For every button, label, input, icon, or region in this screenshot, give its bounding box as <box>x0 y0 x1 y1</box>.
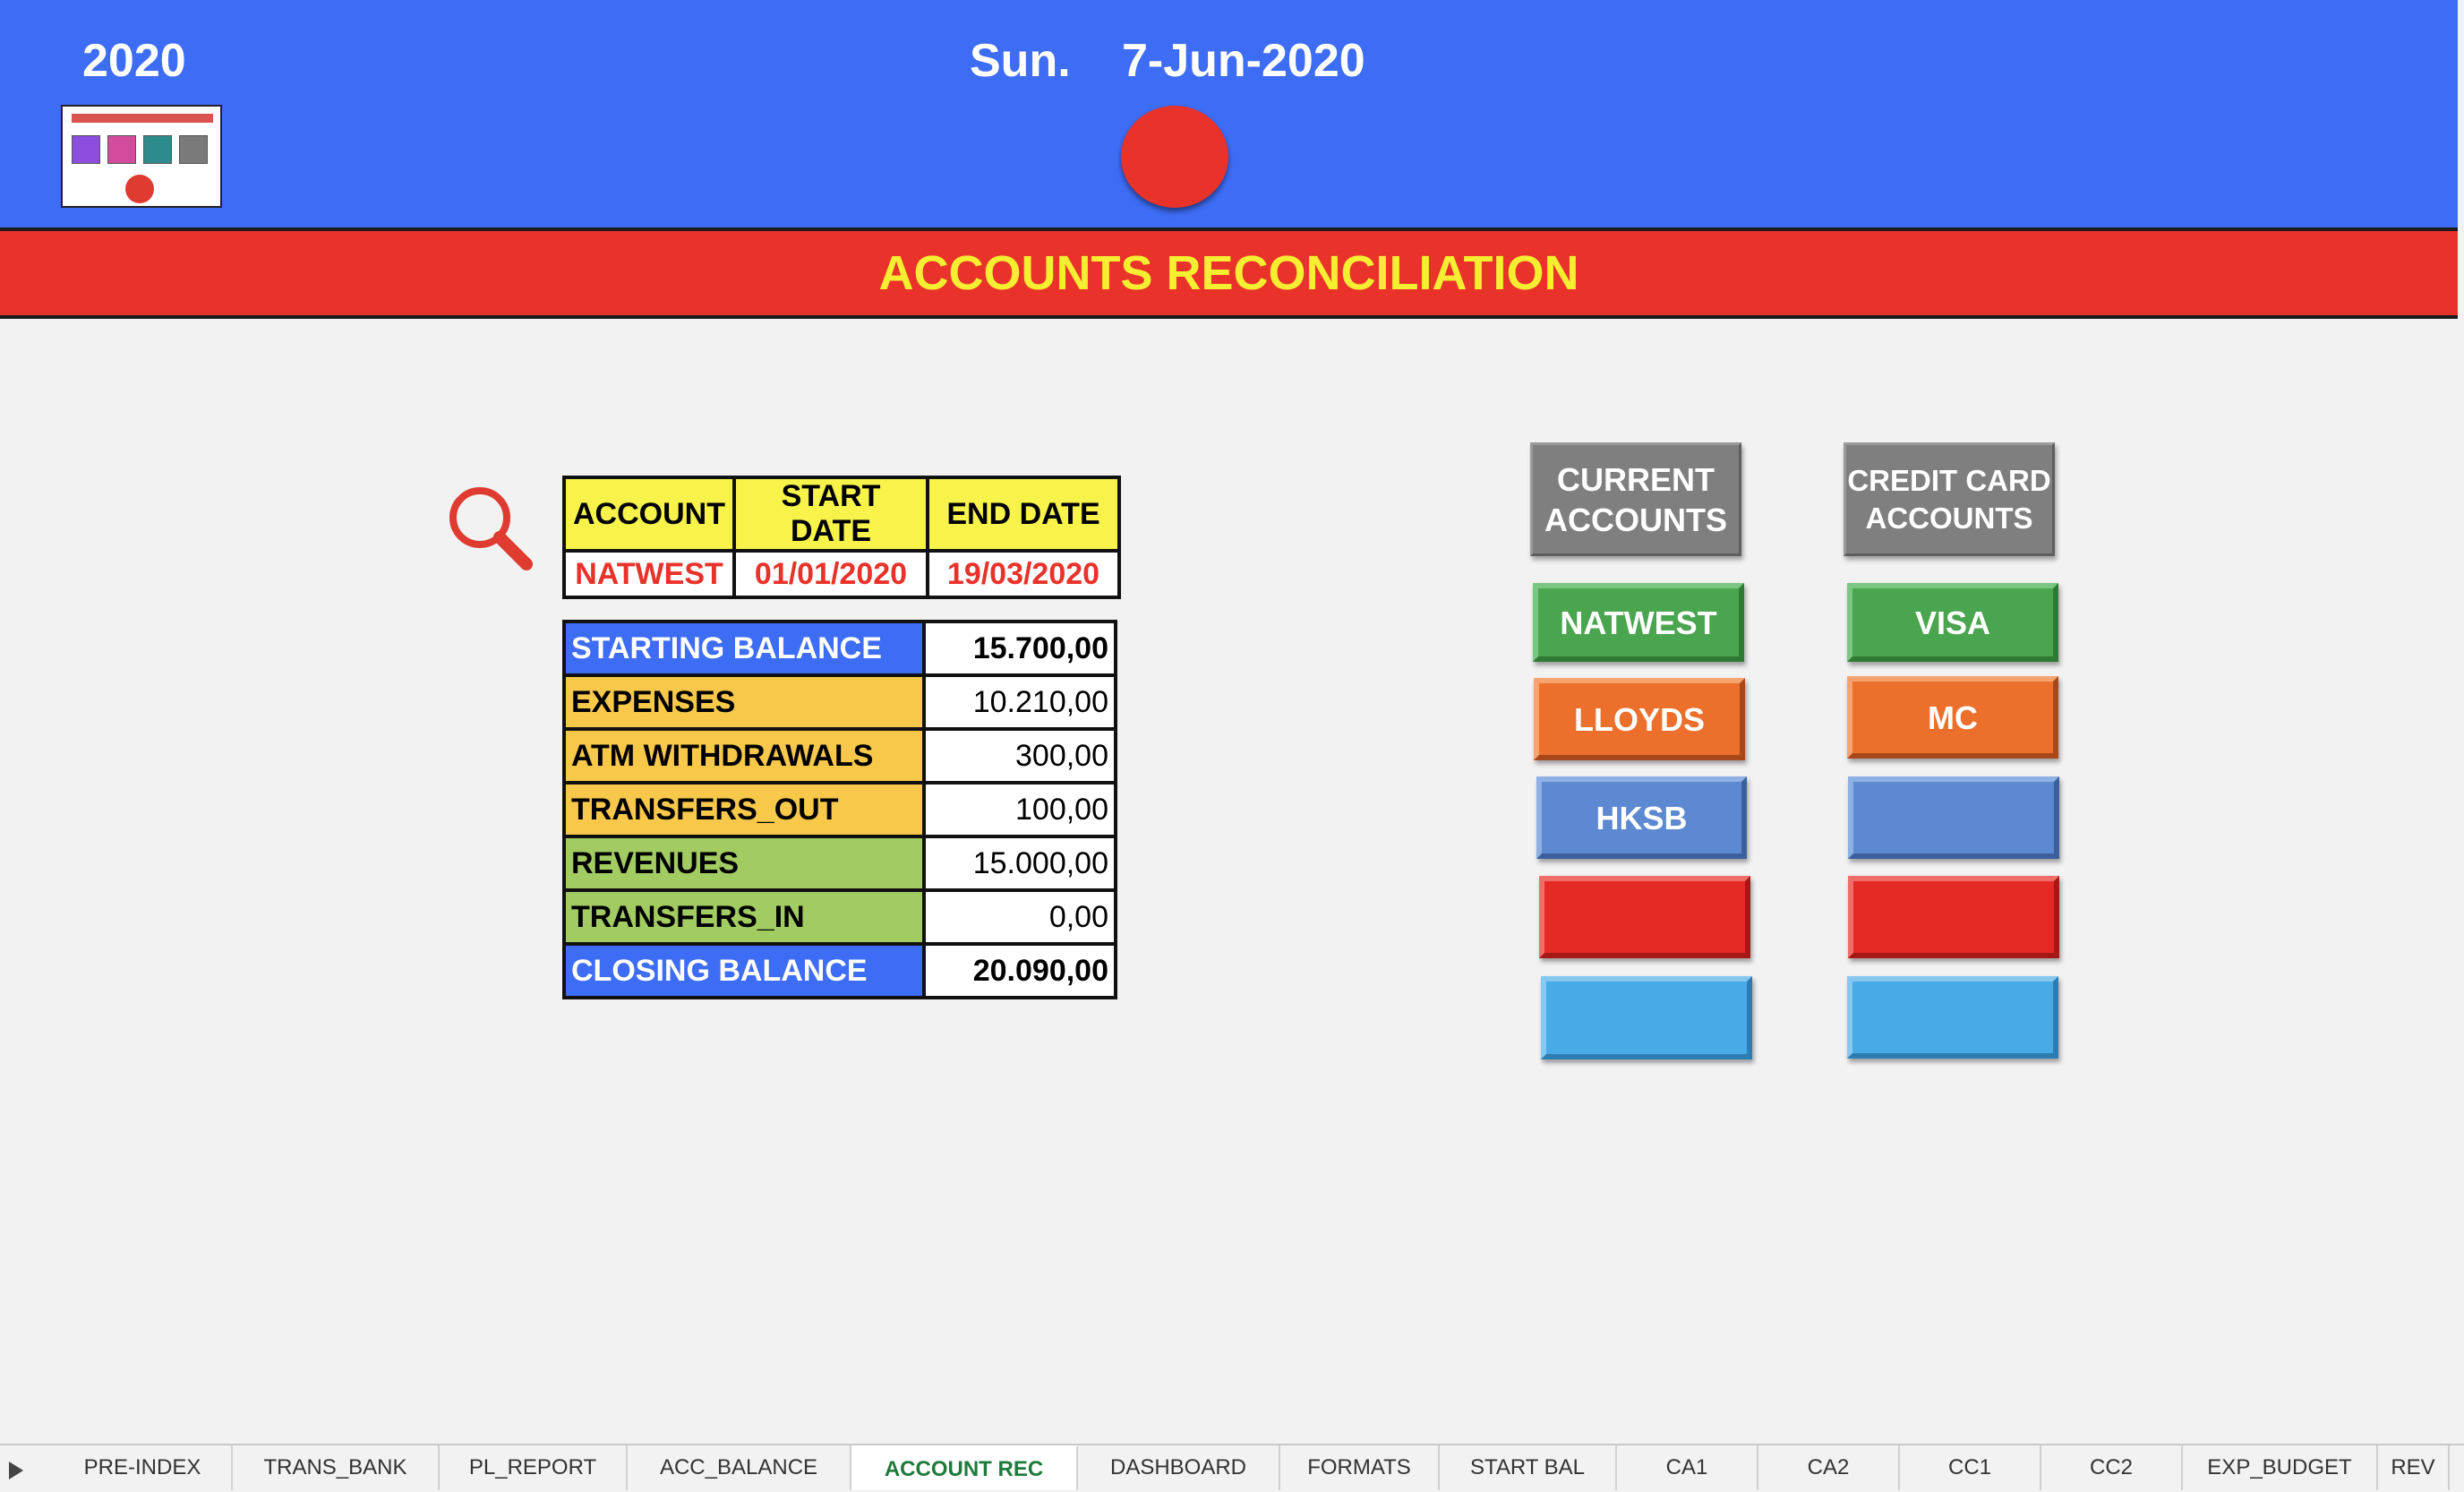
tab-scroll-arrow-icon[interactable] <box>9 1462 23 1479</box>
balance-row: STARTING BALANCE 15.700,00 <box>562 620 1117 677</box>
balance-row: REVENUES 15.000,00 <box>562 835 1117 892</box>
balance-value: 15.700,00 <box>922 620 1117 677</box>
balance-value: 15.000,00 <box>922 835 1117 892</box>
sheet-tab[interactable]: ACCOUNT REC <box>851 1445 1078 1490</box>
end-date-header: END DATE <box>926 476 1121 553</box>
account-filter-table: ACCOUNT START DATE END DATE NATWEST 01/0… <box>562 476 1121 599</box>
balance-label: CLOSING BALANCE <box>562 942 926 999</box>
balance-table: STARTING BALANCE 15.700,00 EXPENSES 10.210,… <box>562 620 1117 999</box>
sheet-tab[interactable]: FORMATS <box>1280 1445 1440 1490</box>
balance-value: 100,00 <box>922 781 1117 838</box>
filter-value-row: NATWEST 01/01/2020 19/03/2020 <box>562 549 1121 599</box>
balance-value: 0,00 <box>922 888 1117 946</box>
sheet-tab[interactable]: TRANS_BANK <box>233 1445 440 1490</box>
menu-thumb-square <box>143 135 172 164</box>
sheet-tab[interactable]: ACC_BALANCE <box>628 1445 851 1490</box>
mc-account-button[interactable]: MC <box>1847 676 2058 759</box>
balance-label: TRANSFERS_IN <box>562 888 926 946</box>
start-date-cell[interactable]: 01/01/2020 <box>732 549 929 599</box>
account-header: ACCOUNT <box>562 476 736 553</box>
end-date-cell[interactable]: 19/03/2020 <box>926 549 1121 599</box>
balance-value: 300,00 <box>922 727 1117 785</box>
credit-account-button-3[interactable] <box>1848 776 2059 859</box>
balance-row: ATM WITHDRAWALS 300,00 <box>562 727 1117 785</box>
sheet-tab[interactable]: PRE-INDEX <box>54 1445 233 1490</box>
balance-label: STARTING BALANCE <box>562 620 926 677</box>
sheet-tab[interactable]: CA1 <box>1617 1445 1758 1490</box>
hksb-account-button[interactable]: HKSB <box>1536 776 1747 859</box>
search-icon[interactable] <box>444 482 537 575</box>
current-date: 7-Jun-2020 <box>1122 35 1365 87</box>
sheet-tab[interactable]: REV <box>2378 1445 2450 1490</box>
sheet-tab[interactable]: PL_REPORT <box>440 1445 628 1490</box>
sheet-tab-bar: PRE-INDEX TRANS_BANK PL_REPORT ACC_BALANCE A… <box>0 1444 2464 1492</box>
page-title: ACCOUNTS RECONCILIATION <box>0 231 2458 319</box>
menu-thumb-square <box>107 135 136 164</box>
credit-account-button-5[interactable] <box>1847 976 2058 1059</box>
balance-label: EXPENSES <box>562 673 926 731</box>
balance-row: TRANSFERS_OUT 100,00 <box>562 781 1117 838</box>
menu-thumb-dot <box>125 175 154 203</box>
sheet-tab[interactable]: CC2 <box>2041 1445 2183 1490</box>
current-account-button-5[interactable] <box>1541 976 1752 1059</box>
current-accounts-header: CURRENT ACCOUNTS <box>1530 442 1741 556</box>
balance-label: REVENUES <box>562 835 926 892</box>
year-label: 2020 <box>82 35 186 87</box>
menu-thumbnail-button[interactable] <box>61 105 222 208</box>
start-date-header: START DATE <box>732 476 929 553</box>
status-indicator-button[interactable] <box>1121 106 1228 208</box>
balance-row: EXPENSES 10.210,00 <box>562 673 1117 731</box>
balance-row: CLOSING BALANCE 20.090,00 <box>562 942 1117 999</box>
sheet-tab[interactable]: CA2 <box>1758 1445 1900 1490</box>
day-of-week: Sun. <box>970 35 1071 87</box>
header-bar: 2020 Sun. 7-Jun-2020 <box>0 0 2458 231</box>
lloyds-account-button[interactable]: LLOYDS <box>1534 678 1745 760</box>
natwest-account-button[interactable]: NATWEST <box>1533 583 1744 662</box>
sheet-tab[interactable]: CC1 <box>1900 1445 2041 1490</box>
visa-account-button[interactable]: VISA <box>1847 583 2058 662</box>
menu-thumb-square <box>179 135 208 164</box>
menu-thumb-square <box>72 135 100 164</box>
sheet-tab[interactable]: EXP_BUDGET <box>2183 1445 2378 1490</box>
sheet-tab[interactable]: DASHBOARD <box>1078 1445 1280 1490</box>
sheet-tab[interactable]: START BAL <box>1440 1445 1617 1490</box>
balance-value: 20.090,00 <box>922 942 1117 999</box>
credit-card-accounts-header: CREDIT CARD ACCOUNTS <box>1844 442 2055 556</box>
account-value-cell[interactable]: NATWEST <box>562 549 736 599</box>
balance-label: ATM WITHDRAWALS <box>562 727 926 785</box>
menu-thumb-bar <box>72 114 213 123</box>
balance-value: 10.210,00 <box>922 673 1117 731</box>
current-account-button-4[interactable] <box>1539 876 1750 958</box>
balance-row: TRANSFERS_IN 0,00 <box>562 888 1117 946</box>
credit-account-button-4[interactable] <box>1848 876 2059 958</box>
filter-header-row: ACCOUNT START DATE END DATE <box>562 476 1121 553</box>
balance-label: TRANSFERS_OUT <box>562 781 926 838</box>
